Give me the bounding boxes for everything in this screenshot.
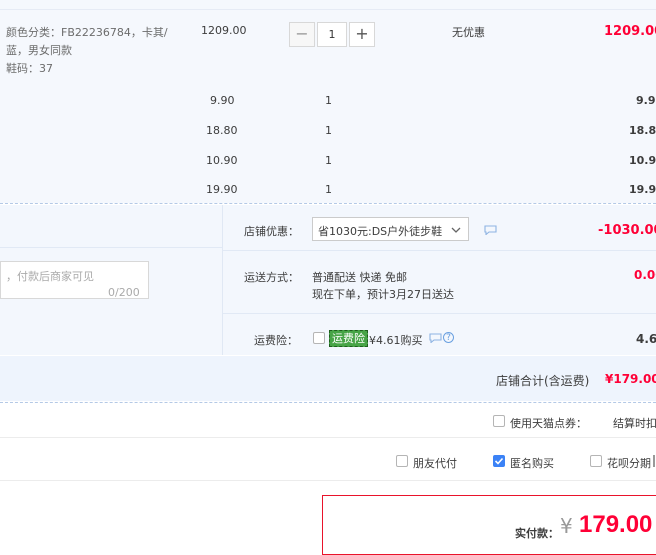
payment-amount: 179.00 [579, 511, 653, 538]
decrease-quantity-button[interactable]: − [289, 22, 315, 47]
sub-item-total: 9.90 [636, 94, 656, 107]
increase-quantity-button[interactable]: + [349, 22, 375, 47]
insurance-price: ¥4.61购买 [369, 334, 423, 347]
divider [0, 9, 656, 10]
shop-discount-value: -1030.00 [598, 223, 656, 238]
chevron-down-icon [451, 224, 461, 237]
divider [0, 480, 656, 481]
section-divider [0, 203, 656, 204]
shop-discount-label: 店铺优惠： [244, 225, 299, 238]
sku-color-line-2: 蓝，男女同款 [6, 44, 72, 57]
shop-total-label: 店铺合计(含运费) [496, 374, 590, 388]
shipping-label: 运送方式： [244, 271, 299, 284]
sub-item-qty: 1 [325, 124, 332, 137]
quantity-input[interactable]: 1 [317, 22, 347, 47]
divider [223, 250, 656, 251]
insurance-tag: 运费险 [329, 330, 368, 347]
chat-icon[interactable] [484, 225, 497, 238]
message-char-counter: 0/200 [108, 286, 140, 299]
huabei-label: 花呗分期 [607, 457, 651, 470]
anonymous-label: 匿名购买 [510, 457, 554, 470]
shop-discount-selected: 省1030元:DS户外徒步鞋 [318, 225, 443, 238]
sub-item-price: 18.80 [206, 124, 238, 137]
shop-total-value: ¥179.00 [605, 372, 656, 386]
sub-item-total: 19.90 [629, 183, 656, 196]
divider [0, 247, 222, 248]
insurance-checkbox[interactable] [313, 332, 325, 344]
anonymous-checkbox[interactable] [493, 455, 505, 467]
friend-pay-checkbox[interactable] [396, 455, 408, 467]
payment-currency: ¥ [560, 514, 573, 538]
divider [653, 455, 655, 467]
shipping-method: 普通配送 快递 免邮 [312, 271, 407, 284]
divider [0, 437, 656, 438]
points-checkbox[interactable] [493, 415, 505, 427]
sku-size-line: 鞋码：37 [6, 62, 53, 75]
chat-icon[interactable] [429, 333, 442, 346]
sub-item-qty: 1 [325, 183, 332, 196]
sub-item-qty: 1 [325, 94, 332, 107]
shipping-fee: 0.00 [634, 268, 656, 282]
item-discount: 无优惠 [452, 26, 485, 39]
friend-pay-label: 朋友代付 [413, 457, 457, 470]
sub-item-price: 10.90 [206, 154, 238, 167]
section-divider [0, 402, 656, 403]
sub-item-total: 10.90 [629, 154, 656, 167]
insurance-label: 运费险： [254, 334, 298, 347]
item-subtotal: 1209.00 [604, 24, 656, 39]
help-icon[interactable]: ? [443, 332, 454, 343]
message-placeholder: ，付款后商家可见 [6, 270, 94, 283]
divider [223, 313, 656, 314]
points-label: 使用天猫点券： [510, 417, 587, 430]
sub-item-qty: 1 [325, 154, 332, 167]
unit-price: 1209.00 [201, 24, 247, 37]
sub-item-price: 19.90 [206, 183, 238, 196]
huabei-checkbox[interactable] [590, 455, 602, 467]
sku-color-line: 颜色分类：FB22236784，卡其/ [6, 26, 168, 39]
insurance-value: 4.61 [636, 332, 656, 346]
quantity-stepper: − 1 + [289, 22, 375, 47]
sub-item-total: 18.80 [629, 124, 656, 137]
points-note: 结算时扣 [613, 417, 656, 430]
sub-item-price: 9.90 [210, 94, 235, 107]
payment-label: 实付款： [515, 527, 559, 540]
delivery-estimate: 现在下单，预计3月27日送达 [312, 288, 454, 301]
